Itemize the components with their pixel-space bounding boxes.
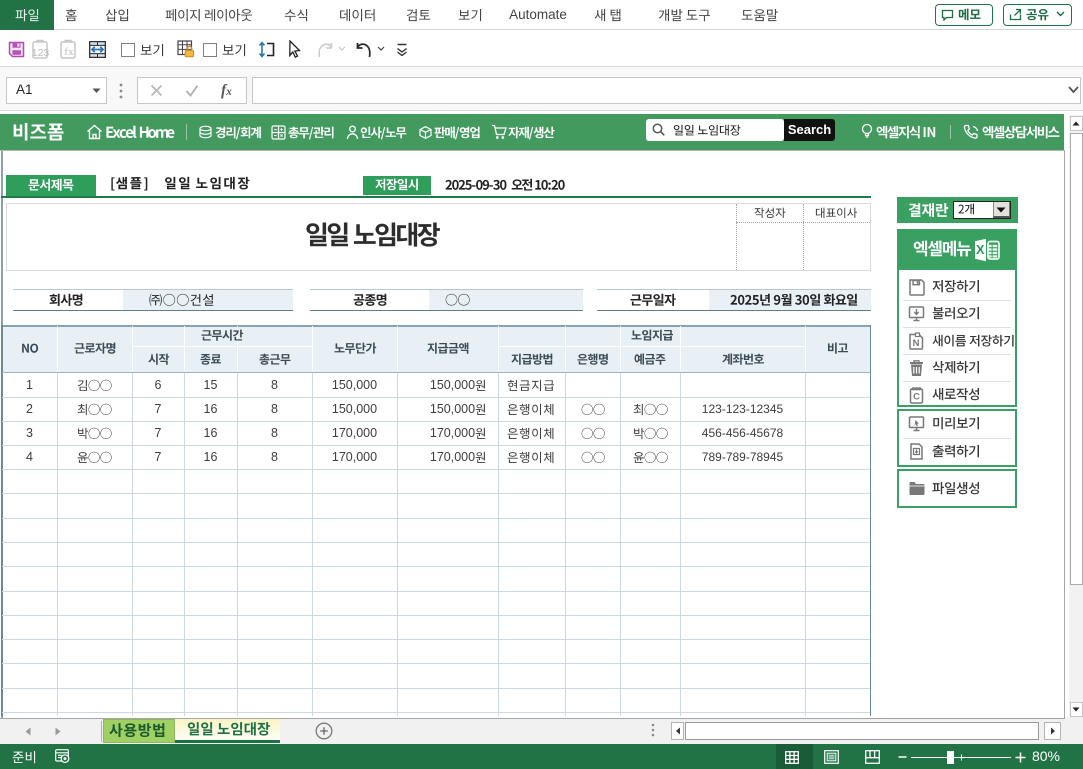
svg-text:N: N <box>913 338 920 349</box>
svg-text:C: C <box>913 391 920 402</box>
svg-text:X: X <box>976 243 985 257</box>
